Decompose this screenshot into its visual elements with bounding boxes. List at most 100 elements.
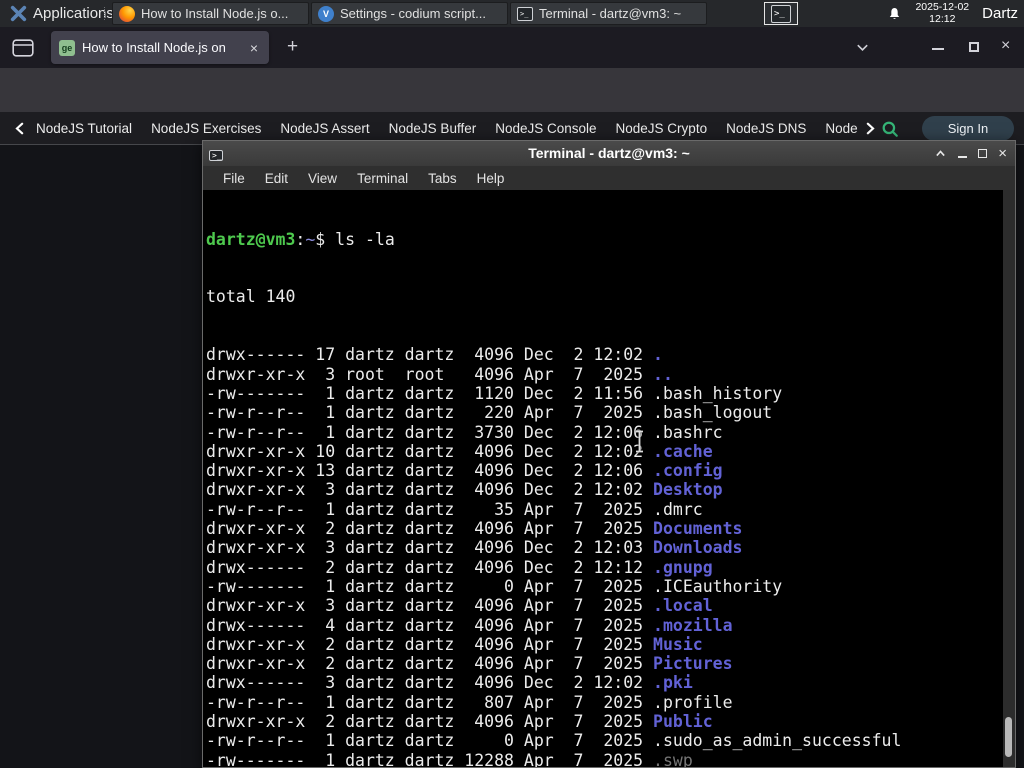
search-icon[interactable] bbox=[881, 120, 899, 138]
terminal-menubar: File Edit View Terminal Tabs Help bbox=[203, 166, 1015, 190]
nav-link-console[interactable]: NodeJS Console bbox=[495, 121, 596, 136]
file-name: .bash_history bbox=[653, 383, 783, 403]
nav-scroll-right-icon[interactable] bbox=[863, 121, 877, 136]
taskbar-item-firefox[interactable]: How to Install Node.js o... bbox=[112, 2, 309, 25]
panel-handle bbox=[104, 7, 107, 20]
applications-label: Applications bbox=[33, 5, 114, 22]
list-tabs-chevron-icon[interactable] bbox=[855, 40, 870, 55]
nav-link-exercises[interactable]: NodeJS Exercises bbox=[151, 121, 261, 136]
taskbar-item-codium[interactable]: V Settings - codium script... bbox=[311, 2, 508, 25]
nav-link-tutorial[interactable]: NodeJS Tutorial bbox=[36, 121, 132, 136]
terminal-screen[interactable]: dartz@vm3:~$ ls -la total 140 drwx------… bbox=[203, 190, 1015, 767]
codium-icon: V bbox=[318, 5, 334, 22]
browser-tab-active[interactable]: ge How to Install Node.js on × bbox=[51, 31, 269, 64]
file-name: Music bbox=[653, 634, 703, 654]
browser-close-button[interactable]: × bbox=[1001, 37, 1010, 55]
menu-tabs[interactable]: Tabs bbox=[418, 171, 467, 186]
terminal-shade-icon[interactable] bbox=[934, 147, 947, 160]
file-name: .pki bbox=[653, 673, 693, 693]
clock-date: 2025-12-02 bbox=[915, 1, 970, 13]
prompt-cwd: ~ bbox=[305, 229, 316, 249]
file-name: .config bbox=[653, 461, 723, 481]
terminal-window-controls: × bbox=[934, 141, 1007, 166]
panel-status-area: 2025-12-02 12:12 Dartz bbox=[887, 0, 1018, 27]
file-name: Desktop bbox=[653, 480, 723, 500]
terminal-listing-row: -rw------- 1 dartz dartz 12288 Apr 7 202… bbox=[206, 751, 901, 767]
tab-close-icon[interactable]: × bbox=[247, 40, 261, 56]
terminal-listing-row: drwx------ 17 dartz dartz 4096 Dec 2 12:… bbox=[206, 345, 663, 365]
terminal-titlebar[interactable]: >_ Terminal - dartz@vm3: ~ × bbox=[203, 141, 1015, 166]
file-name: .gnupg bbox=[653, 557, 713, 577]
nav-link-dns[interactable]: NodeJS DNS bbox=[726, 121, 806, 136]
file-name: Pictures bbox=[653, 654, 733, 674]
mouse-cursor-ibeam bbox=[636, 430, 643, 453]
taskbar-item-terminal[interactable]: >_ Terminal - dartz@vm3: ~ bbox=[510, 2, 707, 25]
top-panel: Applications How to Install Node.js o...… bbox=[0, 0, 1024, 27]
file-name: Documents bbox=[653, 519, 743, 539]
terminal-listing-row: drwxr-xr-x 2 dartz dartz 4096 Apr 7 2025… bbox=[206, 654, 733, 674]
nav-link-truncated[interactable]: Node bbox=[825, 121, 857, 136]
terminal-listing-row: -rw-r--r-- 1 dartz dartz 35 Apr 7 2025 .… bbox=[206, 499, 703, 519]
file-name: .sudo_as_admin_successful bbox=[653, 731, 902, 751]
terminal-icon: >_ bbox=[771, 4, 791, 23]
clock[interactable]: 2025-12-02 12:12 bbox=[915, 1, 970, 25]
file-name: .dmrc bbox=[653, 499, 703, 519]
terminal-listing-row: -rw-r--r-- 1 dartz dartz 0 Apr 7 2025 .s… bbox=[206, 731, 902, 751]
terminal-listing-row: -rw-r--r-- 1 dartz dartz 220 Apr 7 2025 … bbox=[206, 403, 773, 423]
terminal-listing-row: drwxr-xr-x 13 dartz dartz 4096 Dec 2 12:… bbox=[206, 461, 723, 481]
menu-help[interactable]: Help bbox=[467, 171, 515, 186]
terminal-listing-row: drwx------ 2 dartz dartz 4096 Dec 2 12:1… bbox=[206, 557, 713, 577]
terminal-listing-row: drwxr-xr-x 10 dartz dartz 4096 Dec 2 12:… bbox=[206, 441, 713, 461]
terminal-listing: drwx------ 17 dartz dartz 4096 Dec 2 12:… bbox=[206, 345, 901, 767]
file-name: .mozilla bbox=[653, 615, 733, 635]
tab-title: How to Install Node.js on bbox=[82, 40, 226, 55]
terminal-listing-row: drwxr-xr-x 3 dartz dartz 4096 Dec 2 12:0… bbox=[206, 480, 723, 500]
firefox-tab-bar: ge How to Install Node.js on × + × bbox=[0, 27, 1024, 68]
user-menu[interactable]: Dartz bbox=[982, 5, 1018, 22]
notification-bell-icon[interactable] bbox=[887, 6, 902, 22]
nav-link-crypto[interactable]: NodeJS Crypto bbox=[616, 121, 708, 136]
menu-terminal[interactable]: Terminal bbox=[347, 171, 418, 186]
terminal-listing-row: drwxr-xr-x 2 dartz dartz 4096 Apr 7 2025… bbox=[206, 712, 713, 732]
sign-in-button[interactable]: Sign In bbox=[922, 116, 1014, 141]
menu-edit[interactable]: Edit bbox=[255, 171, 298, 186]
geeksforgeeks-favicon: ge bbox=[59, 39, 75, 56]
nav-scroll-left-icon[interactable] bbox=[13, 121, 27, 136]
file-name: . bbox=[653, 345, 663, 365]
applications-menu[interactable]: Applications bbox=[4, 0, 120, 27]
terminal-scrollbar-thumb[interactable] bbox=[1005, 717, 1012, 757]
prompt-line: dartz@vm3:~$ ls -la bbox=[206, 229, 395, 249]
terminal-window: >_ Terminal - dartz@vm3: ~ × File Edit V… bbox=[202, 140, 1016, 768]
terminal-minimize-button[interactable] bbox=[958, 156, 968, 158]
terminal-listing-row: drwxr-xr-x 2 dartz dartz 4096 Apr 7 2025… bbox=[206, 519, 743, 539]
terminal-maximize-button[interactable] bbox=[978, 149, 988, 158]
menu-view[interactable]: View bbox=[298, 171, 347, 186]
terminal-scrollbar[interactable] bbox=[1003, 190, 1015, 767]
nav-link-buffer[interactable]: NodeJS Buffer bbox=[389, 121, 477, 136]
file-name: .ICEauthority bbox=[653, 576, 783, 596]
file-name: .bash_logout bbox=[653, 403, 773, 423]
window-switcher[interactable]: >_ bbox=[758, 1, 804, 26]
terminal-listing-row: -rw------- 1 dartz dartz 0 Apr 7 2025 .I… bbox=[206, 576, 783, 596]
nav-link-assert[interactable]: NodeJS Assert bbox=[280, 121, 369, 136]
terminal-listing-row: drwxr-xr-x 3 dartz dartz 4096 Apr 7 2025… bbox=[206, 596, 713, 616]
browser-minimize-button[interactable] bbox=[932, 48, 944, 50]
terminal-listing-row: drwx------ 3 dartz dartz 4096 Dec 2 12:0… bbox=[206, 673, 693, 693]
browser-maximize-button[interactable] bbox=[969, 42, 979, 52]
window-taskbar: How to Install Node.js o... V Settings -… bbox=[112, 2, 707, 25]
terminal-listing-row: drwx------ 4 dartz dartz 4096 Apr 7 2025… bbox=[206, 615, 733, 635]
file-name: .local bbox=[653, 596, 713, 616]
file-name: Downloads bbox=[653, 538, 743, 558]
firefox-icon bbox=[119, 5, 135, 22]
file-name: .cache bbox=[653, 441, 713, 461]
menu-file[interactable]: File bbox=[213, 171, 255, 186]
new-tab-button[interactable]: + bbox=[281, 34, 304, 60]
file-name: .swp bbox=[653, 750, 693, 767]
file-name: .. bbox=[653, 364, 673, 384]
terminal-title: Terminal - dartz@vm3: ~ bbox=[528, 145, 690, 161]
desktop: Applications How to Install Node.js o...… bbox=[0, 0, 1024, 768]
clock-time: 12:12 bbox=[929, 12, 956, 25]
terminal-icon: >_ bbox=[517, 6, 533, 21]
firefox-view-icon[interactable] bbox=[12, 39, 34, 57]
terminal-close-button[interactable]: × bbox=[998, 146, 1007, 161]
